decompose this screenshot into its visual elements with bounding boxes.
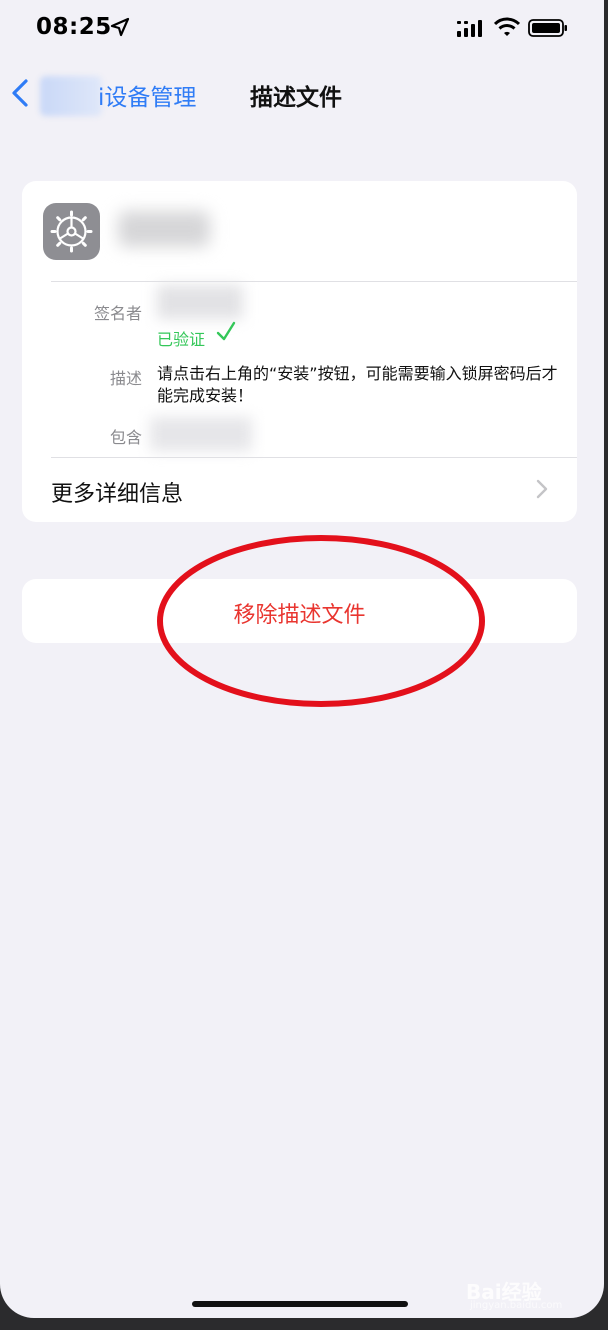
- wifi-icon: [494, 17, 520, 36]
- description-label: 描述: [109, 369, 142, 388]
- contains-value-redacted: [150, 417, 252, 451]
- battery-icon: [528, 19, 567, 37]
- signer-label: 签名者: [93, 304, 142, 323]
- more-details-row[interactable]: 更多详细信息: [51, 476, 183, 508]
- divider: [51, 281, 577, 282]
- back-button-label[interactable]: i设备管理: [98, 78, 196, 112]
- profile-card: 签名者 已验证 描述 请点击右上角的“安装”按钮，可能需要输入锁屏密码后才能完成…: [22, 181, 577, 522]
- chevron-right-icon[interactable]: [535, 478, 549, 500]
- verified-text: 已验证: [157, 330, 206, 349]
- page-title: 描述文件: [250, 85, 342, 111]
- location-arrow-icon: [110, 17, 130, 37]
- watermark-url: jingyan.baidu.com: [470, 1300, 563, 1311]
- status-time: 08:25: [36, 14, 112, 40]
- description-text: 请点击右上角的“安装”按钮，可能需要输入锁屏密码后才能完成安装！: [157, 364, 558, 405]
- profile-name-redacted: [118, 211, 210, 247]
- signer-value-redacted: [157, 285, 243, 319]
- checkmark-icon: [216, 321, 236, 341]
- red-circle-annotation: [157, 535, 485, 707]
- back-label-redacted: [40, 76, 102, 116]
- status-bar: 08:25: [0, 0, 604, 58]
- home-indicator[interactable]: [192, 1301, 408, 1307]
- divider: [51, 457, 577, 458]
- phone-screen: 08:25 i设备管理 描述文件 签名者 已验证 描述 请点击右上角的“安装”按…: [0, 0, 604, 1318]
- cellular-signal-icon: [457, 20, 482, 37]
- settings-gear-icon: [43, 203, 100, 260]
- contains-label: 包含: [109, 428, 142, 447]
- back-chevron-icon[interactable]: [10, 78, 30, 108]
